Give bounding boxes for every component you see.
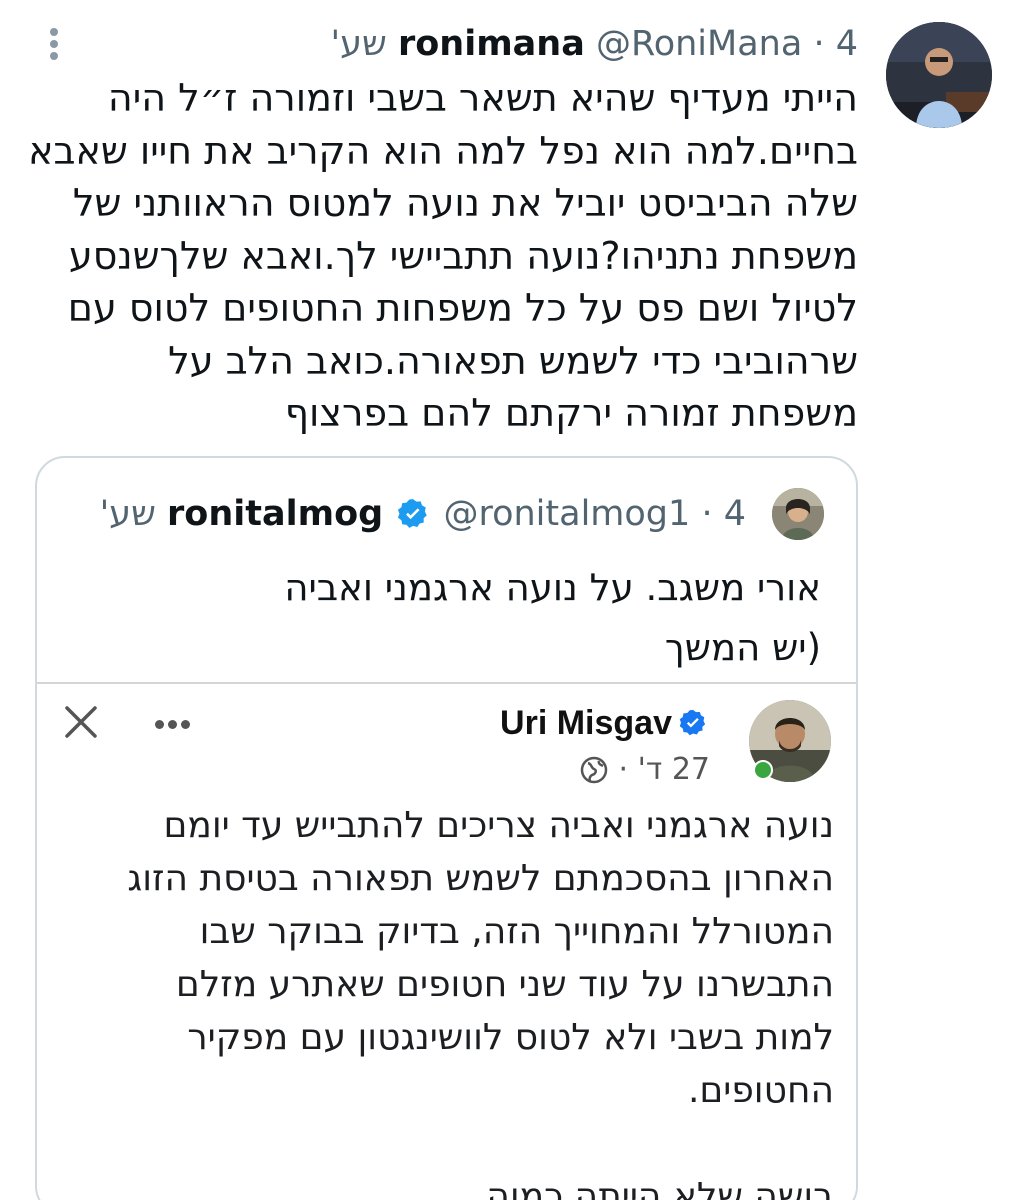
tweet-text-line: שלה הביביסט יוביל את נועה למטוס הראוותני… xyxy=(72,181,858,225)
online-status-indicator xyxy=(753,760,773,780)
handle[interactable]: @RoniMana xyxy=(596,24,802,64)
display-name[interactable]: ronimana xyxy=(398,24,585,64)
fb-text-line xyxy=(54,1117,834,1170)
quoted-display-name[interactable]: ronitalmog xyxy=(167,494,383,534)
tweet-text-line: בחיים.למה הוא נפל למה הוא הקריב את חייו … xyxy=(28,128,858,173)
quoted-text-line: (יש המשך xyxy=(664,626,821,669)
close-icon xyxy=(65,706,97,738)
avatar[interactable] xyxy=(886,22,992,128)
verified-badge-icon xyxy=(679,709,706,736)
fb-text-line: האחרון בהסכמתם לשמש תפאורה בטיסת הזוג xyxy=(127,858,834,899)
tweet-text: הייתי מעדיף שהיא תשאר בשבי וזמורה ז״ל הי… xyxy=(28,72,858,440)
fb-text-line: נועה ארגמני ואביה צריכים להתבייש עד יומם xyxy=(163,805,834,846)
fb-author-name: Uri Misgav xyxy=(500,704,672,742)
tweet-text-line: לטיול ושם פס על כל משפחות החטופים לטוס ע… xyxy=(67,286,858,330)
separator: · xyxy=(813,24,825,64)
quoted-tweet-text: אורי משגב. על נועה ארגמני ואביה (יש המשך xyxy=(61,558,821,678)
fb-text-line: החטופים. xyxy=(687,1070,834,1111)
quoted-text-line: אורי משגב. על נועה ארגמני ואביה xyxy=(284,566,821,609)
fb-post-time: 27 ד' xyxy=(637,752,710,787)
tweet-text-line: הייתי מעדיף שהיא תשאר בשבי וזמורה ז״ל הי… xyxy=(107,76,858,120)
fb-text-line: המטורלל והמחוייך הזה, בדיוק בבוקר שבו xyxy=(199,911,834,952)
globe-icon xyxy=(580,756,608,784)
fb-text-line: בושה שלא הייתה כמוה. xyxy=(474,1176,834,1200)
fb-text-line: למות בשבי ולא לטוס לוושינגטון עם מפקיר xyxy=(187,1017,834,1058)
fb-author: Uri Misgav xyxy=(500,700,710,746)
quoted-avatar[interactable] xyxy=(772,488,824,540)
quoted-handle[interactable]: @ronitalmog1 xyxy=(443,494,690,534)
separator: · xyxy=(701,494,713,534)
verified-badge-icon xyxy=(398,499,428,528)
more-horizontal-icon xyxy=(155,714,195,729)
tweet-text-line: משפחת זמורה ירקתם להם בפרצוף xyxy=(284,391,858,435)
fb-post-text: נועה ארגמני ואביה צריכים להתבייש עד יומם… xyxy=(54,799,834,1200)
quoted-tweet-card[interactable]: ronitalmog @ronitalmog1 · 4 שע' אורי משג… xyxy=(35,456,858,1200)
quoted-tweet-header: ronitalmog @ronitalmog1 · 4 שע' xyxy=(100,488,746,540)
fb-text-line: התבשרנו על עוד שני חטופים שאתרע מזלם xyxy=(175,964,834,1005)
fb-post-meta: 27 ד' · xyxy=(579,750,710,790)
tweet-text-line: שרהוביבי כדי לשמש תפאורה.כואב הלב על xyxy=(168,338,858,383)
more-options-icon[interactable] xyxy=(44,28,64,62)
attached-image[interactable]: Uri Misgav 27 ד' · נועה ארגמני ואביה צרי… xyxy=(37,682,856,1200)
tweet-text-line: משפחת נתניהו?נועה תתביישי לך.ואבא שלךשנס… xyxy=(68,233,858,278)
tweet-header: ronimana @RoniMana · 4 שע' xyxy=(331,18,859,70)
separator: · xyxy=(618,752,629,787)
